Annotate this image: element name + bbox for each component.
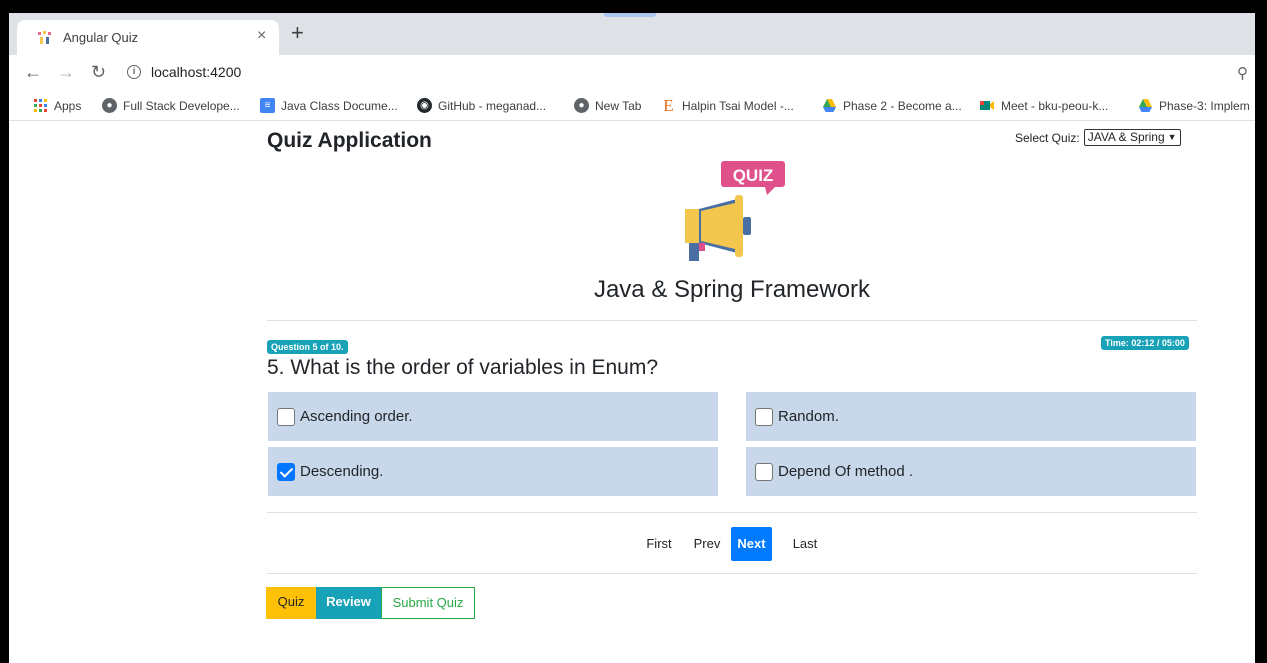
- divider: [267, 573, 1197, 574]
- site-info-icon[interactable]: i: [127, 65, 141, 79]
- bookmark-label: Phase-3: Implem: [1159, 98, 1250, 113]
- page-title: Quiz Application: [267, 129, 432, 152]
- tab-strip: Angular Quiz × +: [9, 13, 1255, 55]
- option-label: Depend Of method .: [778, 463, 914, 480]
- option-label: Random.: [778, 408, 839, 425]
- option-label: Ascending order.: [300, 408, 413, 425]
- address-toolbar: ← → ↻ i localhost:4200 ⚲: [9, 55, 1255, 91]
- quiz-button[interactable]: Quiz: [266, 587, 316, 619]
- quiz-select-value: JAVA & Spring: [1087, 130, 1165, 144]
- forward-arrow-icon[interactable]: →: [57, 63, 75, 81]
- bookmark-java-class[interactable]: ≡ Java Class Docume...: [260, 98, 398, 113]
- quiz-megaphone-logo: QUIZ: [685, 161, 785, 261]
- bookmark-new-tab[interactable]: ● New Tab: [574, 98, 641, 113]
- bookmark-label: Apps: [54, 98, 82, 113]
- globe-icon: ●: [102, 98, 117, 113]
- browser-window: Angular Quiz × + ← → ↻ i localhost:4200 …: [9, 13, 1255, 663]
- option-2[interactable]: Random.: [746, 392, 1196, 441]
- question-text: 5. What is the order of variables in Enu…: [267, 356, 659, 379]
- pagination: First Prev Next Last: [9, 527, 1255, 561]
- github-icon: ◉: [417, 98, 432, 113]
- apps-grid-icon: [34, 99, 47, 112]
- back-arrow-icon[interactable]: ←: [24, 63, 42, 81]
- tab-title: Angular Quiz: [63, 30, 139, 45]
- bookmark-label: Meet - bku-peou-k...: [1001, 98, 1109, 113]
- quiz-page: Quiz Application Select Quiz: JAVA & Spr…: [9, 121, 1255, 663]
- quiz-select[interactable]: JAVA & Spring ▼: [1083, 129, 1181, 146]
- bookmark-meet[interactable]: Meet - bku-peou-k...: [979, 98, 1108, 113]
- letter-e-icon: E: [663, 96, 674, 115]
- tab-angular-quiz[interactable]: Angular Quiz ×: [17, 20, 279, 55]
- close-tab-icon[interactable]: ×: [257, 27, 266, 45]
- select-quiz-label: Select Quiz:: [1015, 130, 1080, 145]
- bookmarks-bar: Apps ● Full Stack Develope... ≡ Java Cla…: [9, 91, 1255, 121]
- bookmark-label: New Tab: [595, 98, 642, 113]
- divider: [267, 512, 1197, 513]
- globe-icon: ●: [574, 98, 589, 113]
- bookmark-label: Java Class Docume...: [281, 98, 398, 113]
- option-4-checkbox[interactable]: [755, 462, 773, 481]
- quiz-selector: Select Quiz: JAVA & Spring ▼: [1015, 129, 1181, 146]
- bookmark-full-stack[interactable]: ● Full Stack Develope...: [102, 98, 240, 113]
- submit-quiz-button[interactable]: Submit Quiz: [381, 587, 475, 619]
- angular-favicon-icon: [38, 31, 51, 44]
- option-1-checkbox[interactable]: [277, 407, 295, 426]
- bookmark-apps[interactable]: Apps: [33, 98, 81, 113]
- review-button[interactable]: Review: [316, 587, 381, 619]
- reload-icon[interactable]: ↻: [91, 63, 106, 81]
- url-field[interactable]: localhost:4200: [151, 64, 241, 80]
- option-1[interactable]: Ascending order.: [268, 392, 718, 441]
- logo-text: QUIZ: [733, 166, 774, 185]
- drive-icon: [823, 99, 836, 112]
- option-3-checkbox[interactable]: [277, 462, 295, 481]
- bookmark-label: GitHub - meganad...: [438, 98, 547, 113]
- bookmark-github[interactable]: ◉ GitHub - meganad...: [417, 98, 546, 113]
- option-label: Descending.: [300, 463, 384, 480]
- prev-page-link[interactable]: Prev: [687, 527, 727, 561]
- bookmark-halpin[interactable]: E Halpin Tsai Model -...: [661, 96, 794, 115]
- zoom-icon[interactable]: ⚲: [1237, 64, 1248, 82]
- last-page-link[interactable]: Last: [785, 527, 825, 561]
- option-4[interactable]: Depend Of method .: [746, 447, 1196, 496]
- drive-icon: [1139, 99, 1152, 112]
- tab-strip-accent: [604, 13, 656, 17]
- meet-icon: [980, 101, 994, 110]
- option-3[interactable]: Descending.: [268, 447, 718, 496]
- option-2-checkbox[interactable]: [755, 407, 773, 426]
- new-tab-button[interactable]: +: [291, 22, 304, 44]
- question-progress-badge: Question 5 of 10.: [267, 340, 348, 354]
- divider: [267, 320, 1197, 321]
- bookmark-phase-2[interactable]: Phase 2 - Become a...: [822, 98, 962, 113]
- next-page-button[interactable]: Next: [731, 527, 772, 561]
- bookmark-label: Phase 2 - Become a...: [843, 98, 962, 113]
- bookmark-label: Full Stack Develope...: [123, 98, 240, 113]
- bookmark-label: Halpin Tsai Model -...: [682, 98, 794, 113]
- first-page-link[interactable]: First: [639, 527, 679, 561]
- timer-badge: Time: 02:12 / 05:00: [1101, 336, 1189, 350]
- quiz-name: Java & Spring Framework: [593, 276, 871, 303]
- docs-icon: ≡: [260, 98, 275, 113]
- chevron-down-icon: ▼: [1167, 132, 1177, 142]
- bookmark-phase-3[interactable]: Phase-3: Implem: [1138, 98, 1250, 113]
